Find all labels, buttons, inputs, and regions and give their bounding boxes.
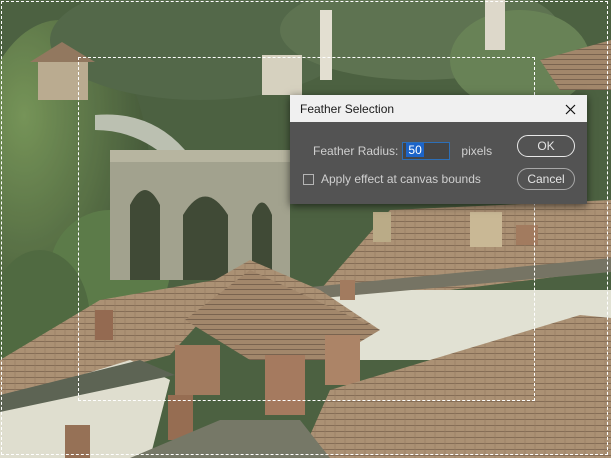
cancel-button[interactable]: Cancel [517, 168, 575, 190]
dialog-titlebar[interactable]: Feather Selection [290, 95, 587, 122]
apply-canvas-bounds-checkbox[interactable] [303, 173, 314, 185]
feather-radius-row: Feather Radius: 50 pixels [313, 142, 492, 160]
ok-button[interactable]: OK [517, 135, 575, 157]
feather-selection-dialog: Feather Selection Feather Radius: 50 pix… [290, 95, 587, 204]
unit-label: pixels [461, 144, 493, 158]
feather-radius-label: Feather Radius: [313, 144, 399, 158]
dialog-title: Feather Selection [300, 101, 395, 116]
apply-canvas-bounds-row: Apply effect at canvas bounds [303, 172, 481, 186]
photo-canvas[interactable] [0, 0, 611, 458]
feather-radius-input[interactable]: 50 [402, 142, 451, 160]
close-icon[interactable] [559, 98, 581, 120]
apply-canvas-bounds-label[interactable]: Apply effect at canvas bounds [321, 172, 481, 186]
feather-radius-value: 50 [406, 143, 424, 157]
